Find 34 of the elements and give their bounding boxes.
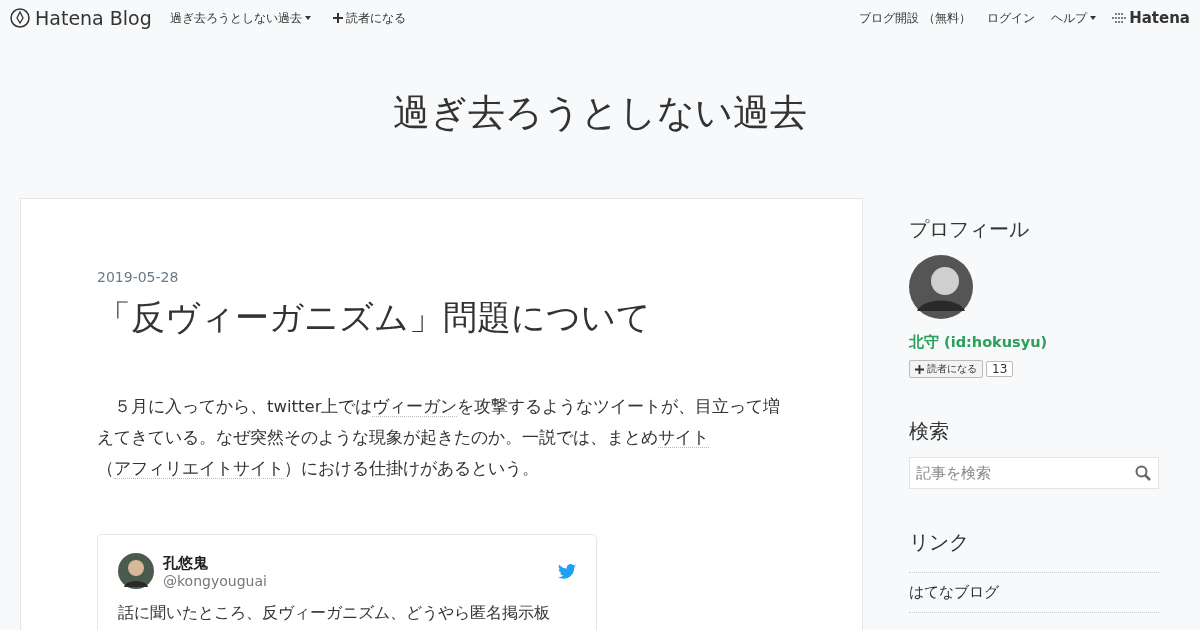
tweet-author: 孔悠鬼	[163, 553, 209, 573]
plus-icon	[915, 364, 924, 374]
avatar-icon[interactable]	[909, 255, 973, 319]
header-link[interactable]: ブログ開設 （無料）	[859, 9, 972, 27]
hatena-text: Hatena	[1129, 9, 1190, 27]
blog-menu[interactable]: 過ぎ去ろうとしない過去	[169, 9, 311, 27]
subscriber-count: 13	[986, 361, 1014, 377]
keyword-link[interactable]: サイト	[658, 428, 709, 448]
sidebar-link[interactable]: はてなブログ	[909, 572, 1159, 613]
bird-icon	[558, 563, 576, 579]
keyword-link[interactable]: アフィリエイトサイト	[114, 459, 284, 479]
tweet-handle: @kongyouguai	[163, 572, 268, 589]
help-menu[interactable]: ヘルプ	[1051, 9, 1097, 27]
header-link[interactable]: ログイン	[987, 9, 1036, 27]
caret-icon	[1090, 16, 1097, 20]
subscribe-link[interactable]: 読者になる	[332, 9, 406, 27]
caret-icon	[304, 16, 311, 20]
entry-paragraph: ５月に入ってから、twitter上ではヴィーガンを攻撃するようなツイートが、目立って増えてきている。なぜ突然そのような現象が起きたのか。一説では、まとめサイト （アフィリエイトサイト）における仕掛けがあるという。	[97, 396, 782, 481]
section-heading: 検索	[909, 418, 950, 445]
hatena-blog-logo[interactable]: Hatena Blog	[10, 7, 152, 29]
search-icon[interactable]	[1135, 465, 1151, 481]
section-heading: プロフィール	[909, 216, 1030, 243]
blog-title[interactable]: 過ぎ去ろうとしない過去	[0, 88, 1200, 138]
section-heading: リンク	[909, 529, 970, 556]
subscribe-button[interactable]: 読者になる	[909, 360, 983, 378]
entry-date[interactable]: 2019-05-28	[97, 269, 786, 285]
avatar-icon	[118, 553, 154, 589]
keyword-link[interactable]: ヴィーガン	[372, 397, 458, 417]
hatena-logo[interactable]: Hatena	[1112, 9, 1190, 27]
entry-title[interactable]: 「反ヴィーガニズム」問題について	[97, 295, 786, 341]
search-field[interactable]: 記事を検索	[909, 457, 1159, 489]
logo-text: Hatena Blog	[35, 7, 152, 29]
plus-icon	[332, 13, 343, 23]
tweet-text: 話に聞いたところ、反ヴィーガニズム、どうやら匿名掲示板	[118, 603, 551, 624]
